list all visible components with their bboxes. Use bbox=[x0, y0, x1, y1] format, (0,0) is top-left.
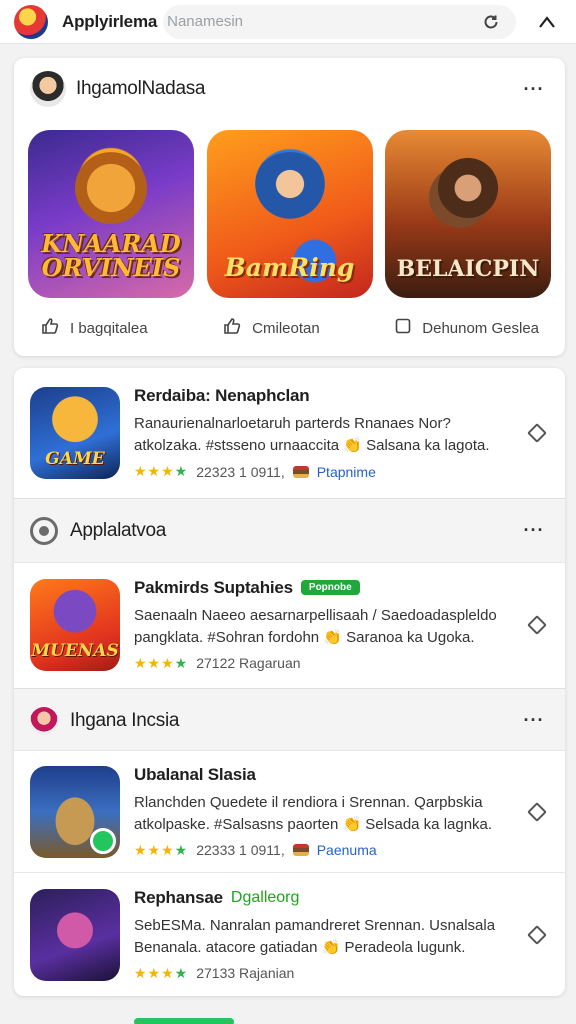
comment-action-label: Cmileotan bbox=[252, 319, 320, 337]
app-list-item[interactable]: Rephansae Dgalleorg SebESMa. Nanralan pa… bbox=[14, 872, 565, 996]
rating-stars: ★★★★ bbox=[134, 964, 189, 981]
app-list-item[interactable]: GAME Rerdaiba: Nenaphclan Ranaurienalnar… bbox=[14, 368, 565, 498]
app-info: Rerdaiba: Nenaphclan Ranaurienalnarloeta… bbox=[134, 386, 517, 480]
next-item-peek bbox=[134, 1018, 234, 1024]
app-description: Ranaurienalnarloetaruh parterds Rnanaes … bbox=[134, 415, 490, 454]
app-tag-label: Dgalleorg bbox=[230, 888, 300, 906]
rating-stars: ★★★★ bbox=[134, 841, 189, 858]
thumbs-up-icon bbox=[40, 316, 60, 340]
diamond-icon[interactable] bbox=[525, 923, 549, 947]
app-icon: GAME bbox=[30, 387, 120, 479]
app-list-card: GAME Rerdaiba: Nenaphclan Ranaurienalnar… bbox=[14, 368, 565, 996]
app-description: Rlanchden Quedete il rendiora i Srennan.… bbox=[134, 793, 493, 833]
app-info: Ubalanal Slasia Rlanchden Quedete il ren… bbox=[134, 765, 517, 859]
diamond-icon[interactable] bbox=[525, 613, 549, 637]
featured-games: KNAARAD ORVINEIS BamRing BELAICPIN bbox=[14, 120, 565, 298]
featured-actions: I bagqitalea Cmileotan Dehunom Geslea bbox=[14, 298, 565, 340]
search-input[interactable] bbox=[167, 13, 476, 30]
avatar bbox=[30, 706, 58, 735]
like-action[interactable]: I bagqitalea bbox=[40, 316, 148, 340]
app-list-item[interactable]: MUENAS Pakmirds Suptahies Popnobe Saenaa… bbox=[14, 562, 565, 686]
app-icon: MUENAS bbox=[30, 578, 120, 671]
app-title: Applyirlema bbox=[62, 11, 158, 31]
app-logo-avatar[interactable] bbox=[14, 4, 48, 39]
diamond-icon[interactable] bbox=[525, 421, 549, 445]
bookmark-icon bbox=[394, 317, 412, 339]
close-icon[interactable] bbox=[532, 7, 562, 37]
game-character-art bbox=[428, 152, 508, 232]
more-options-icon[interactable]: ··· bbox=[519, 710, 549, 731]
app-meta: ★★★★ 22333 1 0911, Paenuma bbox=[134, 842, 517, 859]
verified-badge-icon bbox=[90, 827, 116, 854]
publisher-icon bbox=[292, 465, 309, 478]
featured-game-tile[interactable]: BELAICPIN bbox=[385, 130, 551, 298]
game-character-art bbox=[71, 152, 151, 232]
app-icon bbox=[30, 765, 120, 858]
rating-count: 27133 Rajanian bbox=[196, 965, 295, 981]
save-action-label: Dehunom Geslea bbox=[422, 319, 539, 337]
featured-header: IhgamolNadasa ··· bbox=[14, 58, 565, 120]
app-tag-badge: Popnobe bbox=[300, 580, 360, 595]
app-icon bbox=[30, 888, 120, 981]
featured-title: IhgamolNadasa bbox=[76, 78, 206, 99]
app-description: SebESMa. Nanralan pamandreret Srennan. U… bbox=[134, 916, 496, 956]
section-header: Ihgana Incsia ··· bbox=[14, 688, 565, 752]
rating-count: 27122 Ragaruan bbox=[196, 655, 301, 671]
game-tile-label: KNAARAD ORVINEIS bbox=[41, 229, 181, 282]
refresh-icon[interactable] bbox=[476, 7, 506, 37]
featured-game-tile[interactable]: KNAARAD ORVINEIS bbox=[28, 130, 194, 298]
game-tile-label: BELAICPIN bbox=[396, 256, 540, 282]
publisher-icon bbox=[292, 844, 309, 856]
app-info: Rephansae Dgalleorg SebESMa. Nanralan pa… bbox=[134, 888, 517, 982]
app-list-item[interactable]: Ubalanal Slasia Rlanchden Quedete il ren… bbox=[14, 750, 565, 872]
app-name: Ubalanal Slasia bbox=[134, 764, 256, 784]
search-box[interactable] bbox=[163, 4, 516, 39]
app-meta: ★★★★ 22323 1 0911, Ptapnime bbox=[134, 463, 517, 480]
more-options-icon[interactable]: ··· bbox=[519, 79, 549, 100]
section-header: Applalatvoa ··· bbox=[14, 498, 565, 562]
featured-avatar[interactable] bbox=[30, 71, 66, 107]
diamond-icon[interactable] bbox=[525, 800, 549, 824]
app-description: Saenaaln Naeeo aesarnarpellisaah / Saedo… bbox=[134, 606, 497, 646]
app-name: Rephansae bbox=[134, 887, 223, 907]
rating-stars: ★★★★ bbox=[134, 654, 189, 671]
rating-stars: ★★★★ bbox=[134, 463, 189, 479]
publisher-link[interactable]: Ptapnime bbox=[317, 464, 376, 480]
app-meta: ★★★★ 27122 Ragaruan bbox=[134, 655, 517, 672]
publisher-link[interactable]: Paenuma bbox=[317, 842, 377, 858]
more-options-icon[interactable]: ··· bbox=[519, 520, 549, 541]
app-name: Rerdaiba: Nenaphclan bbox=[134, 386, 310, 405]
app-meta: ★★★★ 27133 Rajanian bbox=[134, 965, 517, 982]
thumbs-up-icon bbox=[222, 316, 242, 340]
app-info: Pakmirds Suptahies Popnobe Saenaaln Naee… bbox=[134, 578, 517, 672]
section-title: Applalatvoa bbox=[70, 519, 166, 541]
game-tile-label: BamRing bbox=[224, 253, 355, 282]
section-title: Ihgana Incsia bbox=[70, 709, 180, 731]
top-bar: Applyirlema bbox=[0, 0, 576, 44]
like-action-label: I bagqitalea bbox=[70, 319, 148, 337]
app-name: Pakmirds Suptahies bbox=[134, 577, 293, 597]
featured-card: IhgamolNadasa ··· KNAARAD ORVINEIS BamRi… bbox=[14, 58, 565, 356]
comment-action[interactable]: Cmileotan bbox=[222, 316, 320, 340]
shield-icon bbox=[30, 516, 58, 545]
featured-game-tile[interactable]: BamRing bbox=[206, 130, 373, 298]
rating-count: 22323 1 0911, bbox=[196, 463, 285, 480]
game-character-art bbox=[249, 152, 330, 232]
save-action[interactable]: Dehunom Geslea bbox=[394, 316, 539, 340]
rating-count: 22333 1 0911, bbox=[196, 842, 285, 858]
